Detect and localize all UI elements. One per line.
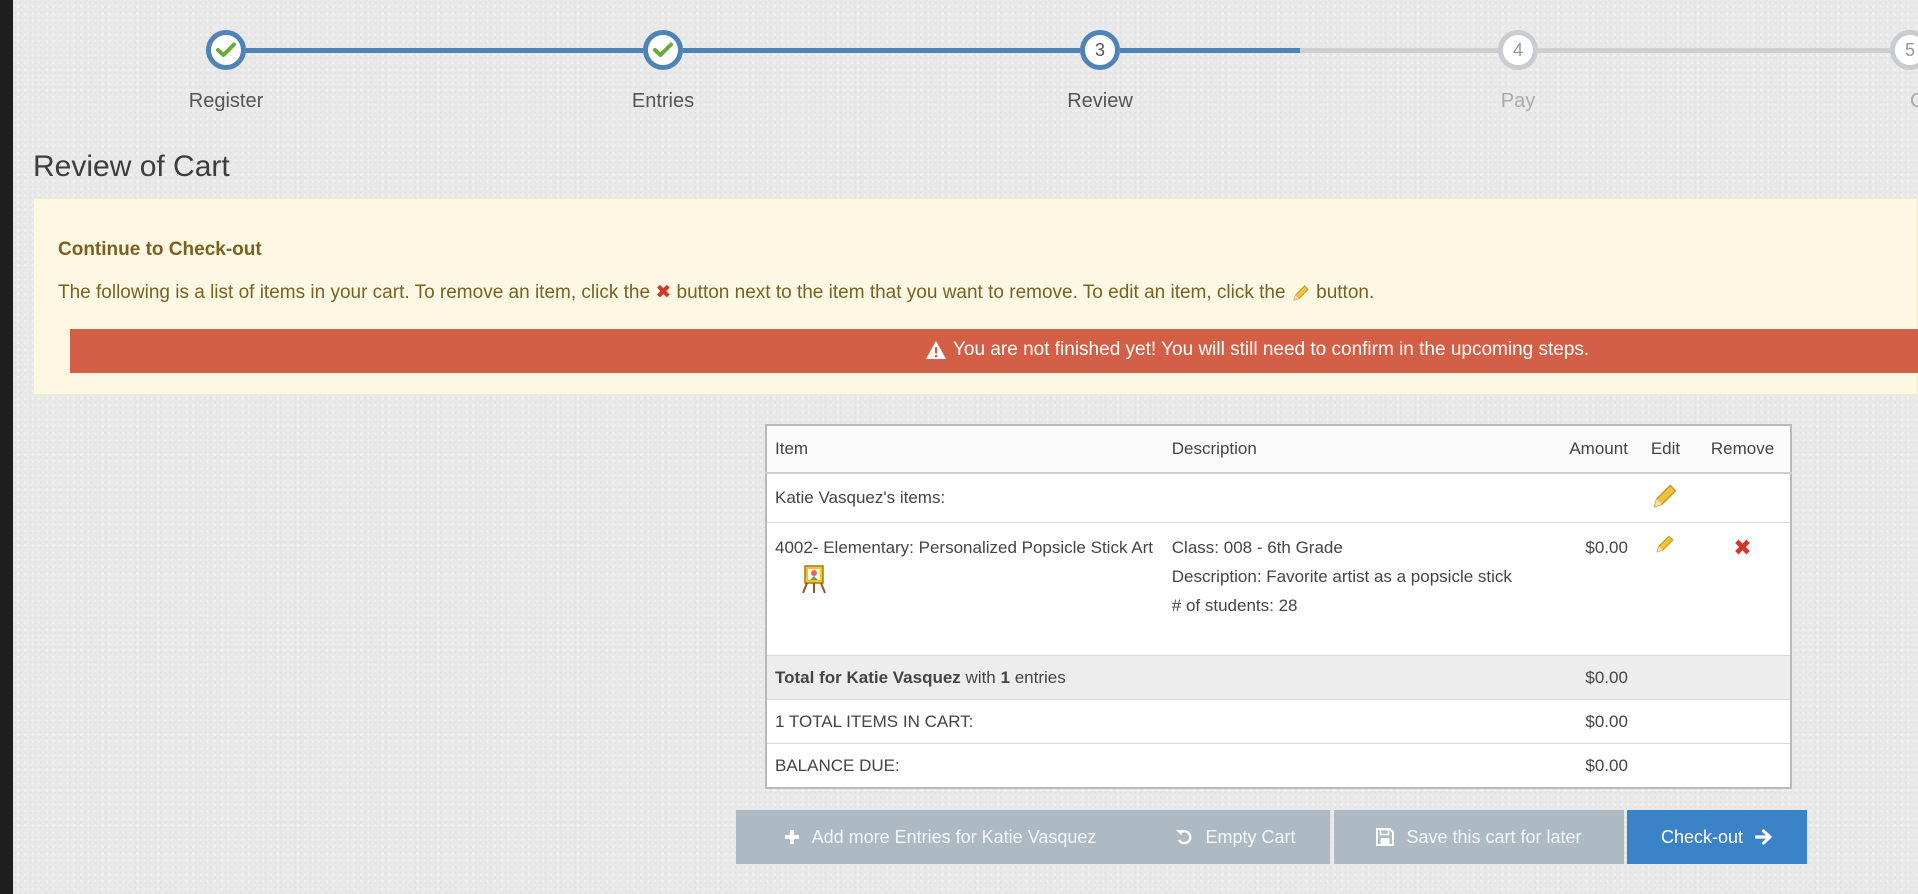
step-5-circle: 5: [1890, 30, 1918, 70]
edit-item-button[interactable]: [1635, 522, 1696, 656]
check-icon: [653, 42, 673, 57]
table-header-row: Item Description Amount Edit Remove: [766, 425, 1791, 474]
step-connector-4: [1538, 48, 1918, 53]
progress-stepper: Register Entries 3 Review 4 Pay 5 Confir…: [13, 0, 1918, 130]
item-students: # of students: 28: [1171, 596, 1298, 615]
add-more-label: Add more Entries for Katie Vasquez: [811, 826, 1097, 847]
easel-icon: [775, 562, 1156, 603]
step-4-circle: 4: [1498, 30, 1538, 70]
checkout-label: Check-out: [1660, 826, 1744, 847]
step-connector-2: [683, 48, 1080, 53]
info-panel: Continue to Check-out The following is a…: [33, 198, 1918, 395]
checkout-button[interactable]: Check-out: [1627, 810, 1807, 864]
app-window: Register Entries 3 Review 4 Pay 5 Confir…: [13, 0, 1918, 894]
floppy-disk-icon: [1376, 828, 1395, 846]
cart-total-amount: $0.00: [1531, 699, 1636, 744]
step-1-label: Register: [188, 90, 264, 112]
add-more-entries-button[interactable]: Add more Entries for Katie Vasquez: [736, 810, 1144, 864]
warning-alert: You are not finished yet! You will still…: [70, 329, 1918, 373]
info-text-part2: button next to the item that you want to…: [676, 282, 1286, 303]
cart-total-label: 1 TOTAL ITEMS IN CART:: [766, 699, 1532, 744]
info-heading: Continue to Check-out: [58, 239, 262, 260]
warning-text: You are not finished yet! You will still…: [953, 339, 1590, 360]
step-connector-3-done: [1120, 48, 1300, 53]
remove-x-icon: ✖: [655, 282, 672, 303]
check-icon: [216, 42, 236, 57]
warning-icon: [926, 341, 946, 359]
step-5-label: Confirm: [1909, 90, 1918, 112]
item-class: Class: 008 - 6th Grade: [1171, 538, 1343, 557]
page-title: Review of Cart: [33, 150, 230, 183]
header-edit: Edit: [1635, 425, 1696, 474]
empty-cart-button[interactable]: Empty Cart: [1141, 810, 1330, 864]
step-2-label: Entries: [631, 90, 695, 112]
empty-cart-label: Empty Cart: [1205, 826, 1296, 847]
header-amount: Amount: [1531, 425, 1636, 474]
undo-icon: [1176, 830, 1192, 845]
header-item: Item: [766, 425, 1164, 474]
step-2-circle: [643, 30, 683, 70]
group-row: Katie Vasquez's items:: [766, 473, 1791, 523]
save-cart-label: Save this cart for later: [1406, 826, 1582, 847]
table-row: 4002- Elementary: Personalized Popsicle …: [766, 522, 1791, 656]
balance-due-row: BALANCE DUE: $0.00: [766, 743, 1791, 789]
plus-icon: [784, 830, 799, 844]
entry-total-row: Total for Katie Vasquez with 1 entries $…: [766, 655, 1791, 700]
entry-total-label: Total for Katie Vasquez with 1 entries: [766, 655, 1532, 700]
description-cell: Class: 008 - 6th Grade Description: Favo…: [1163, 522, 1532, 656]
step-1-circle: [206, 30, 246, 70]
group-label: Katie Vasquez's items:: [766, 473, 1532, 523]
pencil-icon: [1293, 285, 1309, 301]
pencil-icon[interactable]: [1654, 533, 1676, 555]
step-connector-3-todo: [1300, 48, 1500, 53]
step-3-label: Review: [1067, 90, 1133, 112]
item-amount: $0.00: [1531, 522, 1636, 656]
balance-due-label: BALANCE DUE:: [766, 743, 1532, 789]
arrow-right-icon: [1755, 829, 1772, 845]
pencil-icon[interactable]: [1650, 481, 1680, 511]
info-text-part3: button.: [1316, 282, 1375, 303]
header-description: Description: [1163, 425, 1532, 474]
info-text: The following is a list of items in your…: [58, 281, 1374, 304]
balance-due-amount: $0.00: [1531, 743, 1636, 789]
edit-group-button[interactable]: [1635, 473, 1696, 523]
step-connector-1: [246, 48, 643, 53]
cart-table: Item Description Amount Edit Remove Kati…: [765, 424, 1792, 789]
step-3-circle: 3: [1080, 30, 1120, 70]
item-cell: 4002- Elementary: Personalized Popsicle …: [766, 522, 1164, 656]
remove-x-icon[interactable]: ✖: [1733, 535, 1751, 560]
info-text-part1: The following is a list of items in your…: [58, 282, 651, 303]
cart-total-row: 1 TOTAL ITEMS IN CART: $0.00: [766, 699, 1791, 744]
remove-item-button[interactable]: ✖: [1695, 522, 1791, 656]
item-description: Description: Favorite artist as a popsic…: [1171, 567, 1512, 586]
header-remove: Remove: [1695, 425, 1791, 474]
step-4-label: Pay: [1500, 90, 1536, 112]
item-name: 4002- Elementary: Personalized Popsicle …: [775, 538, 1153, 557]
save-cart-button[interactable]: Save this cart for later: [1334, 810, 1624, 864]
entry-total-amount: $0.00: [1531, 655, 1636, 700]
